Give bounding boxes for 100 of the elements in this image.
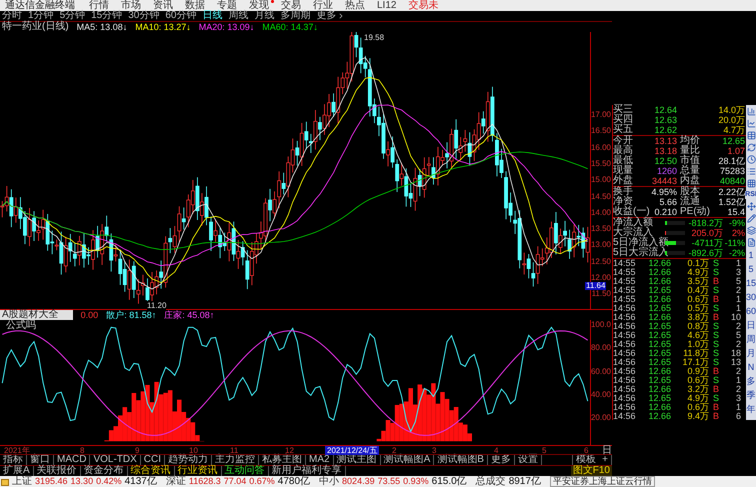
tick-side: S	[712, 322, 720, 331]
period-button[interactable]: 15	[746, 278, 756, 289]
quote-label: 外盘	[613, 176, 634, 186]
period-tab[interactable]: 多周期	[280, 11, 310, 21]
menu-item[interactable]: 热点	[345, 0, 365, 11]
menu-item[interactable]: 专题	[217, 0, 237, 11]
tick-side: S	[712, 358, 720, 367]
flow-value: -818.2万	[687, 218, 723, 228]
index-change: 13.30	[70, 476, 94, 487]
quote-value: 12.63	[653, 115, 677, 125]
menu-item[interactable]: 行业	[313, 0, 333, 11]
menu-item[interactable]: 资讯	[153, 0, 173, 11]
period-tab[interactable]: 周线	[228, 11, 248, 21]
index-value: 8024.39	[342, 476, 375, 487]
index-turnover: 4137亿	[124, 476, 157, 487]
tick-count: 2	[734, 340, 741, 349]
quote-label: PE(动)	[679, 207, 711, 217]
tick-price: 12.65	[647, 322, 671, 331]
tick-volume: 4.9万	[686, 268, 709, 277]
tick-side: S	[712, 259, 720, 268]
grid-icon[interactable]	[746, 179, 756, 188]
period-button[interactable]: 日	[746, 320, 756, 331]
period-button[interactable]: 日	[602, 446, 612, 455]
tick-side: S	[712, 394, 720, 403]
menu-item[interactable]: 行情	[89, 0, 109, 11]
quote-value: 15.4	[726, 207, 745, 217]
period-button[interactable]: 30	[746, 292, 756, 303]
period-tab[interactable]: 60分钟	[165, 11, 196, 21]
period-tab[interactable]: 日线	[202, 11, 222, 21]
high-price-label: 19.58	[364, 33, 384, 42]
period-button[interactable]: 周	[746, 334, 756, 345]
axis-label: 60.00	[590, 368, 611, 376]
move-icon[interactable]	[746, 202, 756, 211]
tick-count: 2	[734, 367, 741, 376]
quote-value: 34443	[651, 176, 677, 186]
tick-volume: 0.5万	[686, 304, 709, 313]
list-icon[interactable]	[746, 167, 756, 176]
tick-price: 12.66	[647, 367, 671, 376]
period-tab[interactable]: 月线	[254, 11, 274, 21]
tick-side: B	[712, 295, 720, 304]
period-button[interactable]: 月	[746, 348, 756, 359]
flow-value: 205.0万	[690, 228, 723, 238]
document-icon[interactable]	[746, 238, 756, 247]
axis-label: 13.50	[590, 225, 611, 234]
tick-time: 14:56	[613, 313, 637, 322]
period-tab[interactable]: 5分钟	[60, 11, 86, 21]
table-icon[interactable]	[746, 131, 756, 140]
period-button[interactable]: 60	[746, 306, 756, 317]
indicator-tab[interactable]: MA2	[306, 455, 334, 465]
date-label: 12	[285, 446, 295, 455]
period-tab[interactable]: 30分钟	[128, 11, 160, 21]
tick-volume: 4.6万	[686, 331, 709, 340]
menu-item[interactable]: 发现	[249, 0, 269, 11]
menu-item[interactable]: LI12	[377, 0, 396, 11]
menu-item[interactable]: 数据	[185, 0, 205, 11]
tick-price: 12.66	[647, 295, 671, 304]
period-button[interactable]: N	[748, 362, 754, 373]
quote-label: 今开	[613, 136, 634, 146]
axis-label: 15.00	[590, 176, 611, 184]
flow-value: -4711万	[690, 238, 723, 248]
period-tab[interactable]: 1分钟	[28, 11, 54, 21]
period-button[interactable]: 1	[748, 250, 754, 261]
tick-count: 18	[730, 349, 741, 358]
pencil-icon[interactable]	[746, 214, 756, 223]
indicator-tab[interactable]: MACD	[54, 455, 90, 465]
axis-label: 16.50	[590, 127, 611, 136]
period-tab[interactable]: 分时	[2, 11, 22, 21]
index-name: 上证	[12, 476, 32, 487]
tick-count: 1	[734, 376, 741, 385]
period-tab[interactable]: 更多	[316, 11, 344, 21]
axis-label: 17.00	[590, 111, 611, 119]
refresh-icon[interactable]	[746, 143, 756, 152]
period-button[interactable]: 年	[746, 404, 756, 415]
index-value: 11628.3	[188, 476, 221, 487]
f10-button[interactable]: 图文F10	[570, 466, 612, 476]
tick-price: 12.65	[647, 376, 671, 385]
tick-count: 13	[730, 358, 741, 367]
tick-side: S	[712, 376, 720, 385]
tick-time: 14:56	[613, 412, 637, 421]
date-label: 10	[189, 446, 198, 455]
quote-label: 最低	[613, 156, 634, 166]
layers-icon[interactable]	[746, 226, 756, 235]
axis-label: 15.50	[590, 160, 611, 168]
bar-chart-icon[interactable]	[746, 107, 756, 116]
tick-side: B	[712, 313, 720, 322]
tick-time: 14:56	[613, 394, 637, 403]
indicator-tab[interactable]: VOL-TDX	[90, 455, 141, 465]
period-tab[interactable]: 15分钟	[91, 11, 122, 21]
line-chart-icon[interactable]	[746, 119, 756, 128]
tick-volume: 0.1万	[686, 259, 709, 268]
indicator-tab[interactable]: 窗口	[27, 455, 54, 465]
indicator-tab[interactable]: CCI	[140, 455, 166, 465]
add-tab[interactable]: +	[599, 455, 612, 465]
period-button[interactable]: 多	[746, 376, 756, 387]
date-label: 2021年	[4, 446, 31, 455]
clock-icon[interactable]	[746, 155, 756, 164]
period-button[interactable]: 季	[746, 390, 756, 401]
low-price-label: 11.20	[147, 301, 166, 310]
period-button[interactable]: 5	[748, 264, 754, 275]
indicator-toolbar[interactable]: A股题材大全	[0, 310, 73, 320]
